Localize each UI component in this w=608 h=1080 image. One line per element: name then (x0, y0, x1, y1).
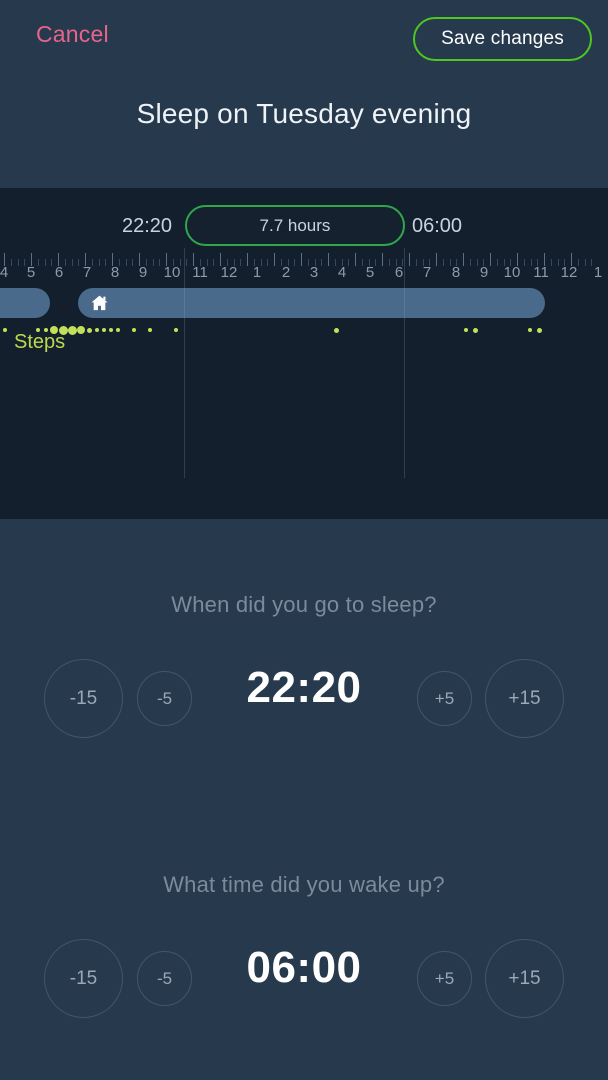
wake-question-label: What time did you wake up? (163, 872, 445, 897)
hour-label: 7 (422, 264, 432, 281)
sleep-time-section: When did you go to sleep? -15 -5 22:20 +… (0, 592, 608, 744)
hour-label: 6 (394, 264, 404, 281)
hour-tick-labels: 4 5 6 7 8 9 10 11 12 1 2 3 4 5 6 7 8 9 10 11 12 1 (0, 264, 608, 284)
cancel-button[interactable]: Cancel (36, 21, 109, 48)
step-dot (464, 328, 468, 332)
step-dot (333, 327, 339, 333)
sleep-plus-5-button[interactable]: +5 (417, 671, 472, 726)
wake-stepper-row: -15 -5 06:00 +5 +15 (0, 934, 608, 1024)
steps-dots (0, 322, 608, 338)
sleep-edit-screen: Cancel Save changes Sleep on Tuesday eve… (0, 0, 608, 1080)
hour-label: 12 (560, 264, 578, 281)
step-dot (536, 327, 542, 333)
hour-label: 5 (26, 264, 36, 281)
step-dot (528, 328, 532, 332)
step-dot (132, 328, 136, 332)
step-dot (148, 328, 152, 332)
hour-label: 8 (110, 264, 120, 281)
step-dot (67, 325, 77, 335)
sleep-end-guide-line (404, 248, 405, 478)
hour-label: 5 (365, 264, 375, 281)
save-changes-button[interactable]: Save changes (413, 17, 592, 61)
sleep-stepper-row: -15 -5 22:20 +5 +15 (0, 654, 608, 744)
sleep-summary-row: 22:20 7.7 hours 06:00 (0, 205, 608, 247)
hour-label: 4 (337, 264, 347, 281)
activity-bar-segment[interactable] (0, 288, 50, 318)
hour-label: 2 (281, 264, 291, 281)
sleep-end-time: 06:00 (412, 215, 463, 237)
sleep-start-time: 22:20 (122, 215, 173, 237)
hour-label: 7 (82, 264, 92, 281)
hour-label: 3 (309, 264, 319, 281)
step-dot (174, 328, 178, 332)
hour-label: 1 (593, 264, 603, 281)
step-dot (109, 328, 113, 332)
hour-label: 9 (138, 264, 148, 281)
page-title: Sleep on Tuesday evening (136, 98, 472, 129)
home-icon (91, 295, 108, 311)
wake-time-section: What time did you wake up? -15 -5 06:00 … (0, 872, 608, 1024)
hour-label: 11 (533, 264, 549, 281)
hour-label: 1 (252, 264, 262, 281)
hour-label: 4 (0, 264, 9, 281)
top-bar: Cancel Save changes (0, 0, 608, 80)
sleep-duration-pill[interactable]: 7.7 hours (185, 205, 405, 246)
activity-bar-segment[interactable] (78, 288, 545, 318)
step-dot (95, 328, 99, 332)
steps-label: Steps (14, 331, 66, 353)
step-dot (3, 328, 7, 332)
hour-label: 8 (451, 264, 461, 281)
hour-label: 10 (163, 264, 181, 281)
step-dot (102, 328, 106, 332)
sleep-plus-15-button[interactable]: +15 (485, 659, 564, 738)
sleep-timeline-panel: 22:20 7.7 hours 06:00 4 5 6 7 8 9 10 11 12 1 2 3 4 5 6… (0, 188, 608, 519)
step-dot (116, 328, 120, 332)
wake-plus-5-button[interactable]: +5 (417, 951, 472, 1006)
sleep-start-guide-line (184, 248, 185, 478)
hour-label: 6 (54, 264, 64, 281)
step-dot (472, 327, 478, 333)
hour-label: 12 (220, 264, 238, 281)
hour-label: 10 (503, 264, 521, 281)
hour-label: 11 (192, 264, 208, 281)
sleep-question-label: When did you go to sleep? (171, 592, 437, 617)
step-dot (77, 326, 85, 334)
hour-label: 9 (479, 264, 489, 281)
step-dot (86, 327, 92, 333)
wake-plus-15-button[interactable]: +15 (485, 939, 564, 1018)
